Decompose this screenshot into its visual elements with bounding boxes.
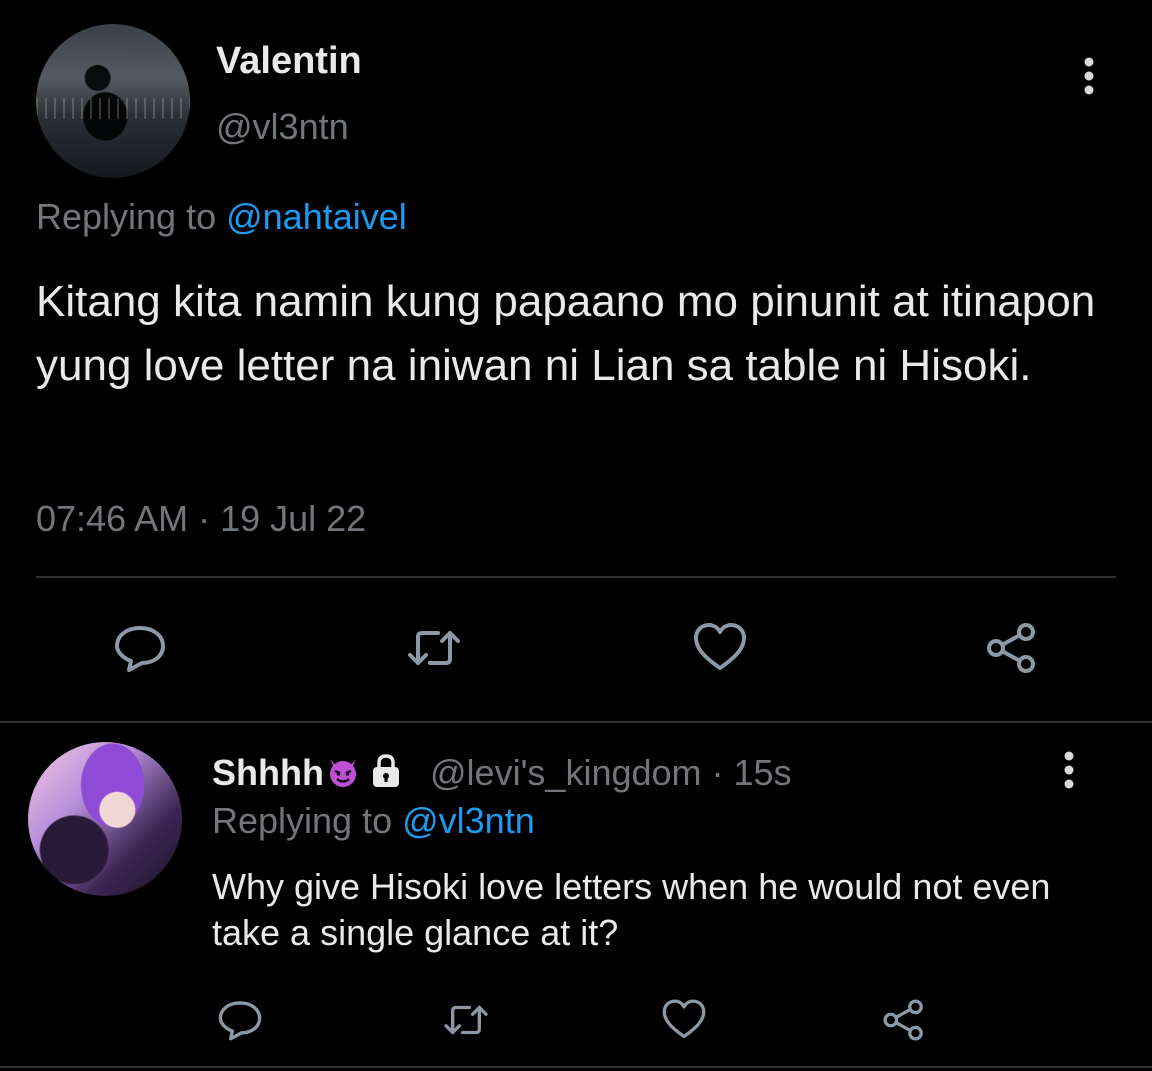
lock-icon <box>372 754 400 797</box>
replying-to-label: Replying to <box>212 800 403 841</box>
author-handle[interactable]: @vl3ntn <box>216 106 349 148</box>
divider <box>0 1066 1152 1068</box>
avatar[interactable] <box>36 24 190 178</box>
reply-icon[interactable] <box>210 990 270 1050</box>
share-icon[interactable] <box>982 618 1042 678</box>
divider <box>36 576 1116 578</box>
more-options-icon[interactable] <box>1074 56 1104 96</box>
tweet-text: Why give Hisoki love letters when he wou… <box>212 866 1051 953</box>
replying-to: Replying to @nahtaivel <box>36 196 407 238</box>
author-name-text: Shhhh <box>212 752 324 793</box>
tweet-timestamp[interactable]: 07:46 AM · 19 Jul 22 <box>36 498 366 540</box>
retweet-icon[interactable] <box>404 618 464 678</box>
retweet-icon[interactable] <box>436 990 496 1050</box>
tweet-text: Kitang kita namin kung papaano mo pinuni… <box>36 277 1096 390</box>
avatar[interactable] <box>28 742 182 896</box>
like-icon[interactable] <box>690 618 750 678</box>
reply-icon[interactable] <box>110 618 170 678</box>
replying-to-label: Replying to <box>36 196 227 237</box>
replying-to: Replying to @vl3ntn <box>212 800 535 842</box>
like-icon[interactable] <box>654 990 714 1050</box>
divider <box>0 721 1152 723</box>
author-handle-meta[interactable]: @levi's_kingdom · 15s <box>430 752 792 794</box>
more-options-icon[interactable] <box>1054 750 1084 790</box>
replying-to-handle-link[interactable]: @nahtaivel <box>226 196 407 237</box>
devil-emoji-icon <box>326 755 360 798</box>
author-name[interactable]: Shhhh <box>212 752 400 798</box>
share-icon[interactable] <box>874 990 934 1050</box>
author-name[interactable]: Valentin <box>216 40 362 83</box>
replying-to-handle-link[interactable]: @vl3ntn <box>402 800 535 841</box>
